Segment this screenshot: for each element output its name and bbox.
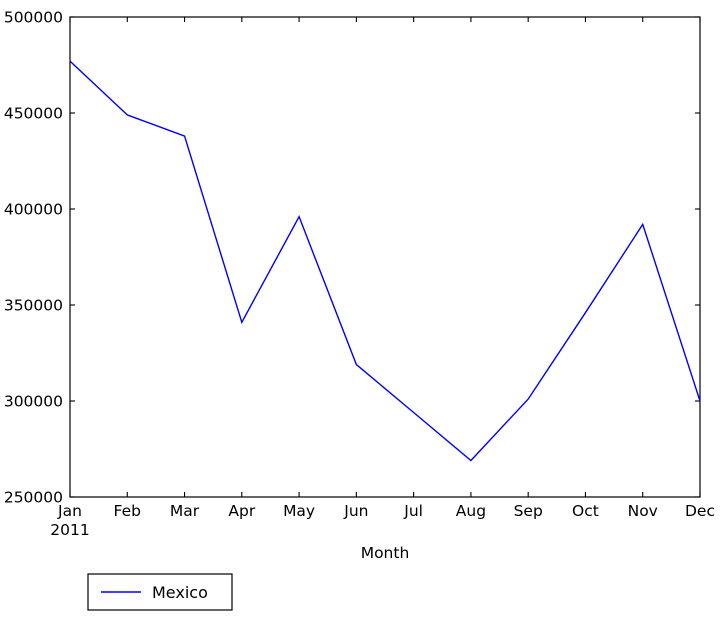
y-tick-label: 500000: [4, 9, 63, 27]
series-line-mexico: [69, 60, 701, 462]
y-tick-label: 450000: [4, 105, 63, 123]
series-group: [69, 60, 701, 462]
x-tick-label: Nov: [628, 502, 658, 520]
legend: Mexico: [87, 573, 233, 611]
x-tick-marks: [69, 17, 701, 497]
x-tick-label: Oct: [572, 502, 599, 520]
x-axis-title: Month: [361, 544, 410, 562]
x-tick-label: May: [283, 502, 315, 520]
y-tick-labels: 250000 300000 350000 400000 450000 500000: [4, 9, 63, 507]
x-tick-label: Apr: [228, 502, 255, 520]
x-tick-label: Jul: [403, 502, 423, 520]
x-tick-label: Feb: [114, 502, 141, 520]
x-tick-label: Sep: [514, 502, 543, 520]
x-tick-label: Jan: [57, 502, 82, 520]
x-tick-label: Mar: [170, 502, 200, 520]
axes-frame: [69, 16, 701, 498]
x-tick-label: Dec: [685, 502, 715, 520]
y-tick-label: 250000: [4, 489, 63, 507]
y-tick-label: 400000: [4, 201, 63, 219]
y-tick-marks: [70, 16, 700, 498]
y-tick-label: 350000: [4, 297, 63, 315]
legend-label-mexico: Mexico: [152, 583, 208, 602]
x-axis-year-label: 2011: [50, 521, 89, 539]
chart-figure: 250000 300000 350000 400000 450000 500000 Jan…: [0, 0, 724, 621]
line-chart: 250000 300000 350000 400000 450000 500000 Jan…: [4, 9, 715, 611]
x-tick-label: Aug: [456, 502, 486, 520]
x-tick-labels: Jan Feb Mar Apr May Jun Jul Aug Sep Oct Nov Dec: [57, 502, 715, 520]
x-tick-label: Jun: [343, 502, 368, 520]
y-tick-label: 300000: [4, 393, 63, 411]
